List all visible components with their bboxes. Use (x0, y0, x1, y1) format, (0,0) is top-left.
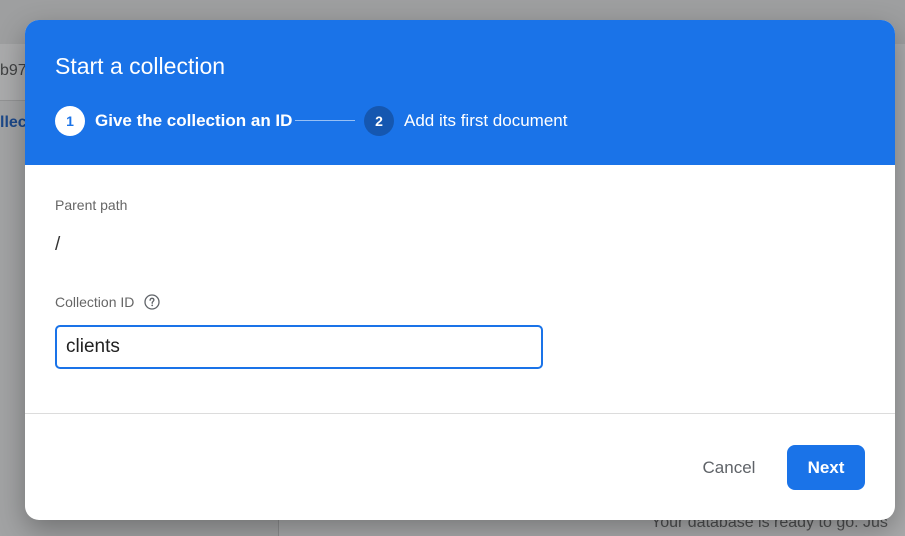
help-circle-icon[interactable] (144, 294, 161, 310)
footer-divider (25, 413, 895, 414)
step-number-badge: 1 (55, 106, 85, 136)
parent-path-value: / (55, 234, 61, 255)
dialog-header: Start a collection 1 Give the collection… (25, 20, 895, 165)
start-collection-dialog: Start a collection 1 Give the collection… (25, 20, 895, 520)
step-number-badge: 2 (364, 106, 394, 136)
next-button[interactable]: Next (787, 445, 865, 490)
parent-path-label: Parent path (55, 197, 128, 213)
dialog-title: Start a collection (55, 53, 226, 79)
step-add-document: 2 Add its first document (364, 106, 567, 136)
step-label: Add its first document (404, 111, 568, 130)
cancel-button[interactable]: Cancel (685, 448, 773, 488)
collection-id-input[interactable] (55, 325, 543, 369)
step-give-id: 1 Give the collection an ID (55, 106, 292, 136)
collection-id-label: Collection ID (55, 294, 135, 310)
step-connector (295, 120, 355, 121)
step-label: Give the collection an ID (95, 111, 293, 130)
collection-id-label-row: Collection ID (55, 294, 161, 310)
